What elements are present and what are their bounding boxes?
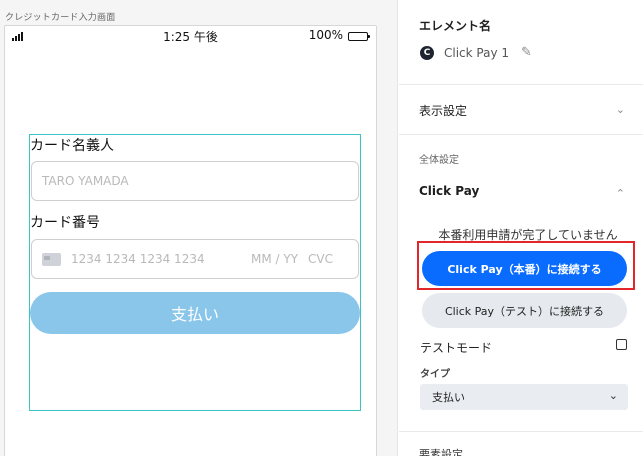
chevron-down-icon: ⌄ <box>608 389 618 402</box>
element-name: Click Pay 1 <box>444 45 510 60</box>
click-pay-element[interactable]: カード名義人 TARO YAMADA カード番号 1234 1234 1234 … <box>29 134 361 411</box>
settings-panel: エレメント名 C Click Pay 1 ✎ 表示設定 ⌄ 全体設定 Click… <box>399 0 643 456</box>
element-name-title: エレメント名 <box>419 19 492 33</box>
screen-title: クレジットカード入力画面 <box>5 13 116 23</box>
pay-button[interactable]: 支払い <box>30 292 360 334</box>
type-select-value: 支払い <box>432 391 465 404</box>
click-pay-logo-icon: C <box>420 45 434 60</box>
expiry-placeholder: MM / YY <box>251 252 299 266</box>
status-bar: 1:25 午後 100% <box>5 26 376 46</box>
display-settings-section[interactable]: 表示設定 <box>419 102 467 119</box>
battery-percent: 100% <box>308 28 343 42</box>
next-section-label: 要素設定 <box>419 448 463 456</box>
cardholder-input[interactable]: TARO YAMADA <box>31 161 359 201</box>
cardholder-label: カード名義人 <box>30 138 114 154</box>
cardholder-placeholder: TARO YAMADA <box>42 174 129 188</box>
click-pay-section[interactable]: Click Pay <box>419 184 479 198</box>
connect-test-button[interactable]: Click Pay（テスト）に接続する <box>422 293 627 328</box>
global-settings-label: 全体設定 <box>419 155 459 166</box>
chevron-up-icon[interactable]: ⌃ <box>616 187 625 200</box>
pencil-icon[interactable]: ✎ <box>521 45 532 60</box>
cvc-placeholder: CVC <box>308 252 334 266</box>
type-label: タイプ <box>420 369 450 380</box>
credit-card-icon <box>42 252 61 266</box>
divider <box>399 134 643 135</box>
design-canvas: クレジットカード入力画面 1:25 午後 100% カード名義人 TARO YA… <box>0 0 398 456</box>
card-number-label: カード番号 <box>30 215 100 231</box>
card-number-input[interactable]: 1234 1234 1234 1234 MM / YY CVC <box>31 239 359 279</box>
phone-frame: 1:25 午後 100% カード名義人 TARO YAMADA カード番号 12… <box>4 25 377 456</box>
chevron-down-icon[interactable]: ⌄ <box>616 103 625 116</box>
divider <box>399 84 643 85</box>
card-number-placeholder: 1234 1234 1234 1234 <box>71 252 205 266</box>
element-name-row: C Click Pay 1 ✎ <box>420 45 532 60</box>
test-mode-label: テストモード <box>420 341 493 355</box>
test-mode-checkbox[interactable] <box>616 339 627 350</box>
battery-icon <box>348 32 370 41</box>
divider <box>399 431 643 432</box>
type-select[interactable]: 支払い ⌄ <box>420 384 628 410</box>
connect-live-button[interactable]: Click Pay（本番）に接続する <box>422 251 627 286</box>
